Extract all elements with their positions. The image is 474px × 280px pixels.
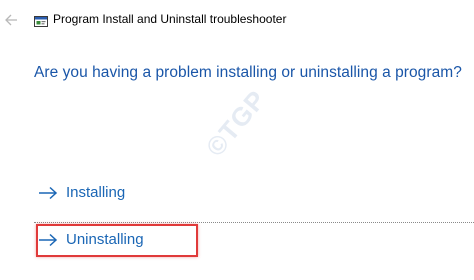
watermark: ©TGP: [199, 84, 273, 163]
right-arrow-icon: [38, 233, 58, 247]
title-bar: Program Install and Uninstall troublesho…: [0, 0, 474, 40]
option-uninstalling[interactable]: Uninstalling: [34, 222, 474, 257]
option-uninstalling-label: Uninstalling: [66, 231, 144, 248]
option-installing[interactable]: Installing: [34, 177, 474, 211]
page-heading: Are you having a problem installing or u…: [34, 64, 462, 81]
option-installing-label: Installing: [66, 184, 126, 201]
window-title: Program Install and Uninstall troublesho…: [53, 12, 287, 26]
back-arrow-icon[interactable]: [4, 13, 18, 27]
right-arrow-icon: [38, 186, 58, 200]
troubleshooter-app-icon: [34, 14, 48, 27]
